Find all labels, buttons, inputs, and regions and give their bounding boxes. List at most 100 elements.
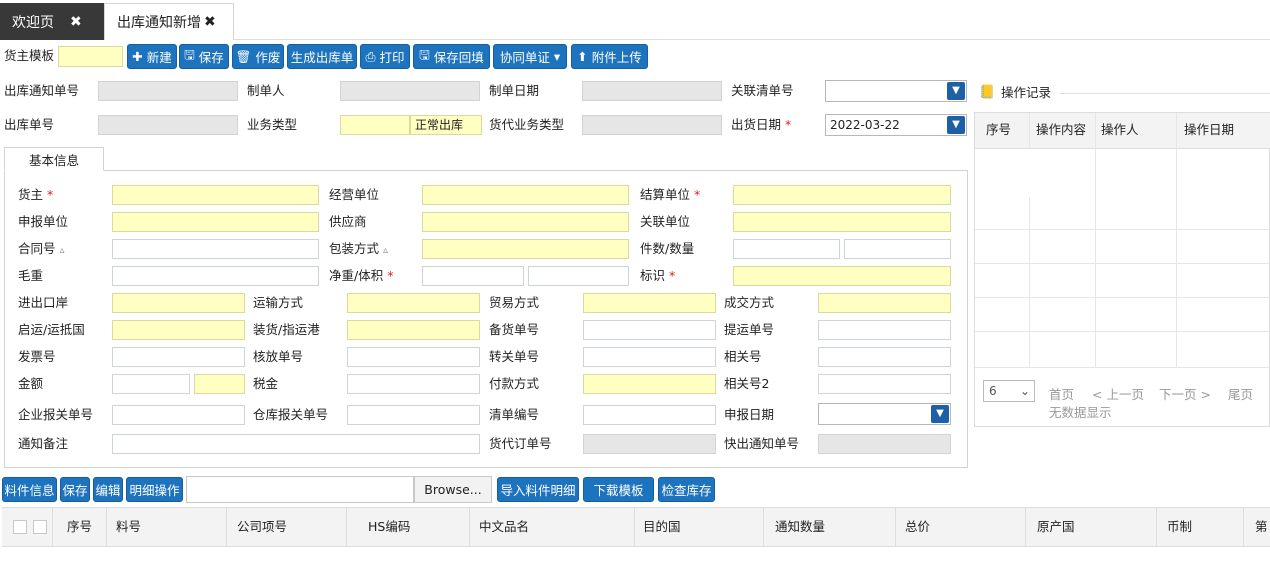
required-mark: *: [785, 117, 792, 132]
row-checkbox[interactable]: [33, 520, 47, 534]
check-stock-button[interactable]: 检查库存: [658, 477, 715, 502]
floppy-icon: 🖫: [419, 47, 434, 62]
print-button[interactable]: ⎙ 打印: [360, 44, 410, 69]
amount-input[interactable]: [112, 374, 190, 394]
port-input[interactable]: [112, 293, 245, 313]
net-label: 净重/体积 *: [329, 268, 394, 283]
detail-edit-button[interactable]: 编辑: [93, 477, 123, 502]
material-info-button[interactable]: 料件信息: [2, 477, 57, 502]
rel-no2-label: 相关号2: [724, 376, 770, 391]
packing-input[interactable]: [422, 239, 629, 259]
load-port-label: 装货/指运港: [253, 322, 320, 337]
mark-label: 标识 *: [640, 268, 676, 283]
select-all-checkbox[interactable]: [13, 520, 27, 534]
attachment-upload-button[interactable]: ⬆ 附件上传: [571, 44, 648, 69]
printer-icon: ⎙: [365, 48, 380, 64]
download-template-button[interactable]: 下载模板: [583, 477, 654, 502]
invoice-input[interactable]: [112, 347, 245, 367]
empty-message: 无数据显示: [1049, 405, 1112, 420]
prev-page-link[interactable]: < 上一页: [1092, 384, 1144, 403]
settle-input[interactable]: [733, 185, 951, 205]
supplier-input[interactable]: [422, 212, 629, 232]
agent-biz-type-input: [582, 115, 722, 135]
first-page-link[interactable]: 首页: [1049, 384, 1074, 403]
verify-no-input[interactable]: [347, 347, 480, 367]
wh-customs-no-input[interactable]: [347, 405, 480, 425]
deal-input[interactable]: [818, 293, 951, 313]
next-page-link[interactable]: 下一页 >: [1159, 384, 1211, 403]
gross-input[interactable]: [112, 266, 319, 286]
detail-op-button[interactable]: 明细操作: [126, 477, 183, 502]
transfer-no-input[interactable]: [583, 347, 716, 367]
related-list-select[interactable]: ▼: [825, 80, 967, 102]
new-button[interactable]: ✚ 新建: [127, 44, 177, 69]
declare-date-select[interactable]: ▼: [818, 403, 951, 425]
operator-input[interactable]: [422, 185, 629, 205]
declare-input[interactable]: [112, 212, 319, 232]
port-label: 进出口岸: [18, 295, 69, 310]
biz-type-value[interactable]: 正常出库: [410, 115, 482, 135]
detail-grid-header: [2, 507, 1270, 547]
pieces-input[interactable]: [733, 239, 840, 259]
payment-input[interactable]: [583, 374, 716, 394]
gross-label: 毛重: [18, 268, 44, 283]
save-backfill-button[interactable]: 🖫 保存回填: [413, 44, 490, 69]
col-notice-qty: 通知数量: [775, 519, 826, 534]
biz-type-code-input[interactable]: [340, 115, 410, 135]
upload-icon: ⬆: [577, 49, 592, 64]
transfer-no-label: 转关单号: [489, 349, 540, 364]
rel-no2-input[interactable]: [818, 374, 951, 394]
chevron-down-icon[interactable]: ▼: [947, 82, 965, 100]
save-button[interactable]: 🖫 保存: [179, 44, 229, 69]
net-weight-input[interactable]: [422, 266, 524, 286]
country-input[interactable]: [112, 320, 245, 340]
contract-input[interactable]: [112, 239, 319, 259]
outbound-no-input: [98, 115, 238, 135]
owner-input[interactable]: [112, 185, 319, 205]
void-button[interactable]: 🗑 作废: [232, 44, 284, 69]
prep-no-input[interactable]: [583, 320, 716, 340]
list-no-input[interactable]: [583, 405, 716, 425]
related-unit-input[interactable]: [733, 212, 951, 232]
co-document-dropdown-button[interactable]: 协同单证 ▾: [493, 44, 567, 69]
rel-no-label: 相关号: [724, 349, 762, 364]
detail-save-button[interactable]: 保存: [60, 477, 90, 502]
biz-type-label: 业务类型: [247, 117, 298, 132]
ent-customs-no-input[interactable]: [112, 405, 245, 425]
chevron-down-icon[interactable]: ▼: [947, 116, 965, 134]
express-notice-label: 快出通知单号: [724, 436, 800, 451]
page-size-select[interactable]: 6 ⌄: [983, 380, 1035, 402]
currency-input[interactable]: [194, 374, 245, 394]
maker-input: [340, 81, 480, 101]
transport-input[interactable]: [347, 293, 480, 313]
ship-date-select[interactable]: 2022-03-22 ▼: [825, 114, 967, 136]
close-icon[interactable]: ✖: [204, 14, 216, 30]
generate-outbound-button[interactable]: 生成出库单: [287, 44, 357, 69]
tab-label: 欢迎页: [12, 14, 54, 31]
mark-input[interactable]: [733, 266, 951, 286]
settle-label: 结算单位 *: [640, 187, 701, 202]
invoice-label: 发票号: [18, 349, 56, 364]
volume-input[interactable]: [528, 266, 629, 286]
file-path-input[interactable]: [186, 476, 414, 503]
tab-outbound-notice-new[interactable]: 出库通知新增 ✖: [104, 3, 234, 40]
chevron-down-icon[interactable]: ▼: [931, 405, 949, 423]
quantity-input[interactable]: [844, 239, 951, 259]
maker-label: 制单人: [247, 83, 285, 98]
tab-welcome[interactable]: 欢迎页 ✖: [0, 3, 104, 40]
amount-label: 金额: [18, 376, 44, 391]
load-port-input[interactable]: [347, 320, 480, 340]
tab-basic-info[interactable]: 基本信息: [4, 147, 104, 171]
col-more: 第: [1255, 519, 1268, 534]
trade-input[interactable]: [583, 293, 716, 313]
import-materials-button[interactable]: 导入料件明细: [497, 477, 579, 502]
template-input[interactable]: [58, 46, 123, 67]
rel-no-input[interactable]: [818, 347, 951, 367]
tax-input[interactable]: [347, 374, 480, 394]
close-icon[interactable]: ✖: [70, 14, 82, 30]
notice-remark-input[interactable]: [112, 434, 480, 454]
browse-button[interactable]: Browse...: [414, 476, 492, 503]
last-page-link[interactable]: 尾页: [1228, 384, 1253, 403]
bol-no-input[interactable]: [818, 320, 951, 340]
owner-label: 货主 *: [18, 187, 54, 202]
